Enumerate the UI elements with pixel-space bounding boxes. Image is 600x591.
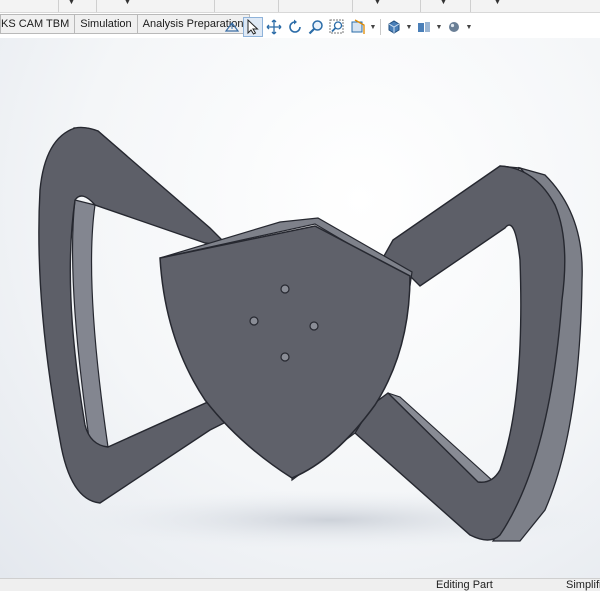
tab-simulation[interactable]: Simulation	[75, 14, 138, 34]
toolbar-separator	[470, 0, 471, 12]
chevron-down-icon[interactable]: ▼	[440, 0, 447, 6]
tab-cam-tbm[interactable]: KS CAM TBM	[0, 14, 76, 34]
mounting-hole	[249, 316, 259, 326]
toolbar-separator	[278, 0, 279, 12]
command-manager-tabs: KS CAM TBM Simulation Analysis Preparati…	[0, 14, 250, 34]
graphics-area[interactable]	[0, 38, 600, 578]
chevron-down-icon[interactable]: ▼	[435, 24, 443, 31]
section-view-icon[interactable]	[348, 17, 368, 37]
chevron-down-icon[interactable]: ▼	[374, 0, 381, 6]
pan-icon[interactable]	[264, 17, 284, 37]
chevron-down-icon[interactable]: ▼	[369, 24, 377, 31]
chevron-down-icon[interactable]: ▼	[465, 24, 473, 31]
display-style-icon[interactable]	[384, 17, 404, 37]
toolbar-separator	[96, 0, 97, 12]
part-model[interactable]	[0, 38, 600, 578]
appearance-icon[interactable]	[444, 17, 464, 37]
toolbar-separator	[420, 0, 421, 12]
toolbar-separator	[58, 0, 59, 12]
zoom-icon[interactable]	[306, 17, 326, 37]
view-orientation-icon[interactable]	[222, 17, 242, 37]
zoom-area-icon[interactable]	[327, 17, 347, 37]
status-simplified: Simplifi	[566, 579, 600, 591]
rotate-icon[interactable]	[285, 17, 305, 37]
toolbar-separator	[380, 19, 381, 35]
top-toolbar: ▼ ▼ ▼ ▼ ▼	[0, 0, 600, 13]
status-editing-part: Editing Part	[436, 579, 493, 591]
mounting-hole	[309, 321, 319, 331]
chevron-down-icon[interactable]: ▼	[405, 24, 413, 31]
chevron-down-icon[interactable]: ▼	[494, 0, 501, 6]
status-bar: Editing Part Simplifi	[0, 578, 600, 591]
toolbar-separator	[214, 0, 215, 12]
mounting-hole	[280, 352, 290, 362]
mounting-hole	[280, 284, 290, 294]
select-icon[interactable]	[243, 17, 263, 37]
hide-show-icon[interactable]	[414, 17, 434, 37]
chevron-down-icon[interactable]: ▼	[124, 0, 131, 6]
heads-up-view-toolbar: ▼ ▼ ▼ ▼	[222, 16, 473, 38]
toolbar-separator	[352, 0, 353, 12]
chevron-down-icon[interactable]: ▼	[68, 0, 75, 6]
